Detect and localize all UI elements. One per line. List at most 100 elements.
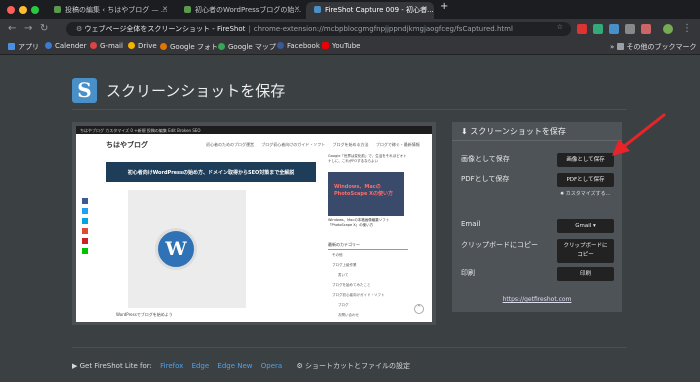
extension-red-icon[interactable] bbox=[641, 24, 651, 34]
download-icon: ⬇ bbox=[461, 127, 471, 136]
facebook-icon bbox=[277, 42, 284, 49]
captured-page: ちはやブログ カスタマイズ 0 +新規 投稿の編集 Edit Broken SE… bbox=[76, 126, 432, 322]
hero-image: W bbox=[128, 190, 246, 308]
bookmark-drive[interactable]: Drive bbox=[128, 42, 157, 50]
footer-divider bbox=[72, 347, 627, 348]
blog-nav: 初心者のためのブログ運営 ブログ初心者向けのガイド・ソフト ブログを始める方法 … bbox=[206, 142, 420, 147]
line-share-icon bbox=[82, 248, 88, 254]
address-separator: | bbox=[248, 25, 251, 33]
navigation-toolbar: ← → ↻ ⚙ ウェブページ全体をスクリーンショット - FireShot | ch… bbox=[0, 19, 700, 39]
save-image-button[interactable]: 画像として保存 bbox=[557, 153, 614, 167]
other-bookmarks[interactable]: » その他のブックマーク bbox=[610, 42, 697, 52]
email-label: Email bbox=[461, 220, 481, 228]
bookmark-gmail[interactable]: G-mail bbox=[90, 42, 123, 50]
close-tab-icon[interactable]: ✕ bbox=[294, 5, 300, 13]
pdf-customize-link[interactable]: ✸ カスタマイズする... bbox=[560, 190, 610, 197]
forward-arrow-icon[interactable]: → bbox=[24, 23, 32, 34]
pinterest-share-icon bbox=[82, 238, 88, 244]
opera-link[interactable]: Opera bbox=[261, 362, 282, 370]
category-heading: 最新のカテゴリー bbox=[328, 242, 408, 250]
sidebar-image-text: Windows、MacのPhotoScape Xの使い方 bbox=[334, 184, 393, 197]
category-item: ブログを始めてみたこと bbox=[332, 283, 371, 287]
save-pdf-button[interactable]: PDFとして保存 bbox=[557, 173, 614, 187]
twitter-share-icon bbox=[82, 208, 88, 214]
edge-new-link[interactable]: Edge New bbox=[217, 362, 252, 370]
tab-post-edit[interactable]: 投稿の編集 ‹ ちはやブログ — ... ✕ bbox=[46, 2, 174, 19]
photos-icon bbox=[160, 43, 167, 50]
panel-header: ⬇ スクリーンショットを保存 bbox=[461, 127, 566, 136]
hatena-share-icon bbox=[82, 218, 88, 224]
bookmark-star-icon[interactable]: ☆ bbox=[557, 23, 563, 31]
folder-icon bbox=[616, 43, 624, 50]
category-item: お問い合わせ bbox=[338, 313, 359, 317]
close-tab-icon[interactable]: ✕ bbox=[162, 5, 168, 13]
bookmark-facebook[interactable]: Facebook bbox=[277, 42, 320, 50]
maps-icon bbox=[218, 43, 225, 50]
category-item: ブログ bbox=[338, 303, 349, 307]
settings-gear-icon: ⚙ bbox=[296, 362, 305, 370]
tab-fireshot-capture[interactable]: FireShot Capture 009 - 初心者... ✕ bbox=[306, 2, 434, 19]
article-headline: 初心者向けWordPressの始め方、ドメイン取得からSEO対策まで全解説 bbox=[106, 162, 316, 182]
clipboard-label: クリップボードにコピー bbox=[461, 241, 538, 249]
email-gmail-button[interactable]: Gmail ▾ bbox=[557, 219, 614, 233]
print-button[interactable]: 印刷 bbox=[557, 267, 614, 281]
fireshot-favicon-icon bbox=[314, 6, 321, 13]
close-tab-icon[interactable]: ✕ bbox=[422, 5, 428, 13]
youtube-icon bbox=[322, 42, 329, 49]
save-panel: ⬇ スクリーンショットを保存 画像として保存 画像として保存 PDFとして保存 … bbox=[452, 122, 622, 312]
bookmark-google-photos[interactable]: Google フォト bbox=[160, 42, 218, 52]
extension-puzzle-icon: ⚙ bbox=[76, 25, 83, 33]
fireshot-website-link[interactable]: https://getfireshot.com bbox=[452, 296, 622, 303]
address-bar[interactable]: ⚙ ウェブページ全体をスクリーンショット - FireShot | chrome-e… bbox=[66, 22, 571, 36]
screenshot-preview[interactable]: ちはやブログ カスタマイズ 0 +新規 投稿の編集 Edit Broken SE… bbox=[72, 122, 436, 325]
tab-blog-article[interactable]: 初心者のWordPressブログの始... ✕ bbox=[176, 2, 306, 19]
red-arrow-annotation bbox=[612, 113, 666, 156]
sidebar-image: Windows、MacのPhotoScape Xの使い方 bbox=[328, 172, 404, 216]
hero-caption: WordPressでブログを始めよう bbox=[116, 312, 173, 317]
bookmark-google-maps[interactable]: Google マップ bbox=[218, 42, 276, 52]
blog-favicon-icon bbox=[184, 6, 191, 13]
close-window-icon[interactable] bbox=[7, 6, 15, 14]
extension-grid-icon[interactable] bbox=[625, 24, 635, 34]
page-title: スクリーンショットを保存 bbox=[106, 82, 286, 100]
play-icon: ▶ bbox=[72, 362, 80, 370]
bookmark-youtube[interactable]: YouTube bbox=[322, 42, 360, 50]
bookmark-calender[interactable]: Calender bbox=[45, 42, 87, 50]
title-divider bbox=[72, 109, 627, 110]
footer: ▶ Get FireShot Lite for: Firefox Edge Ed… bbox=[72, 361, 410, 371]
panel-divider bbox=[452, 140, 622, 141]
address-url: chrome-extension://mcbpblocgmgfnpjjppndj… bbox=[253, 25, 513, 33]
sidebar-caption: Windows、Macの本格画像編集ソフト「PhotoScape X」の使い方 bbox=[328, 218, 390, 227]
footer-prefix: Get FireShot Lite for: bbox=[79, 362, 152, 370]
edge-link[interactable]: Edge bbox=[192, 362, 210, 370]
print-label: 印刷 bbox=[461, 269, 475, 277]
save-image-label: 画像として保存 bbox=[461, 155, 510, 163]
wordpress-logo-icon: W bbox=[155, 228, 197, 270]
bookmark-apps[interactable]: アプリ bbox=[8, 42, 39, 52]
extension-fireshot-icon[interactable] bbox=[609, 24, 619, 34]
copy-clipboard-button[interactable]: クリップボードに コピー bbox=[557, 239, 614, 263]
wordpress-favicon-icon bbox=[54, 6, 61, 13]
back-arrow-icon[interactable]: ← bbox=[8, 23, 16, 34]
shortcuts-settings-link[interactable]: ショートカットとファイルの設定 bbox=[305, 362, 410, 370]
extension-mail-icon[interactable] bbox=[577, 24, 587, 34]
fireshot-logo: S bbox=[72, 78, 97, 103]
menu-dots-icon[interactable]: ⋮ bbox=[682, 23, 692, 34]
chevron-icon: » bbox=[610, 43, 617, 51]
sidebar-text: Google「世界は変化前」で、生活をそれほどオトナしに、これがFOするならよい bbox=[328, 154, 407, 163]
browser-chrome: 投稿の編集 ‹ ちはやブログ — ... ✕ 初心者のWordPressブログの始… bbox=[0, 0, 700, 55]
minimize-window-icon[interactable] bbox=[19, 6, 27, 14]
facebook-share-icon bbox=[82, 198, 88, 204]
maximize-window-icon[interactable] bbox=[31, 6, 39, 14]
profile-avatar[interactable] bbox=[663, 24, 673, 34]
blog-name: ちはやブログ bbox=[106, 141, 148, 149]
drive-icon bbox=[128, 42, 135, 49]
tab-strip: 投稿の編集 ‹ ちはやブログ — ... ✕ 初心者のWordPressブログの始… bbox=[0, 0, 700, 19]
firefox-link[interactable]: Firefox bbox=[160, 362, 183, 370]
reload-icon[interactable]: ↻ bbox=[40, 23, 48, 34]
wp-admin-bar: ちはやブログ カスタマイズ 0 +新規 投稿の編集 Edit Broken SE… bbox=[76, 126, 432, 134]
extension-green-icon[interactable] bbox=[593, 24, 603, 34]
calendar-icon bbox=[45, 42, 52, 49]
address-page-title: ウェブページ全体をスクリーンショット - FireShot bbox=[84, 25, 246, 33]
new-tab-button[interactable]: + bbox=[440, 1, 448, 18]
